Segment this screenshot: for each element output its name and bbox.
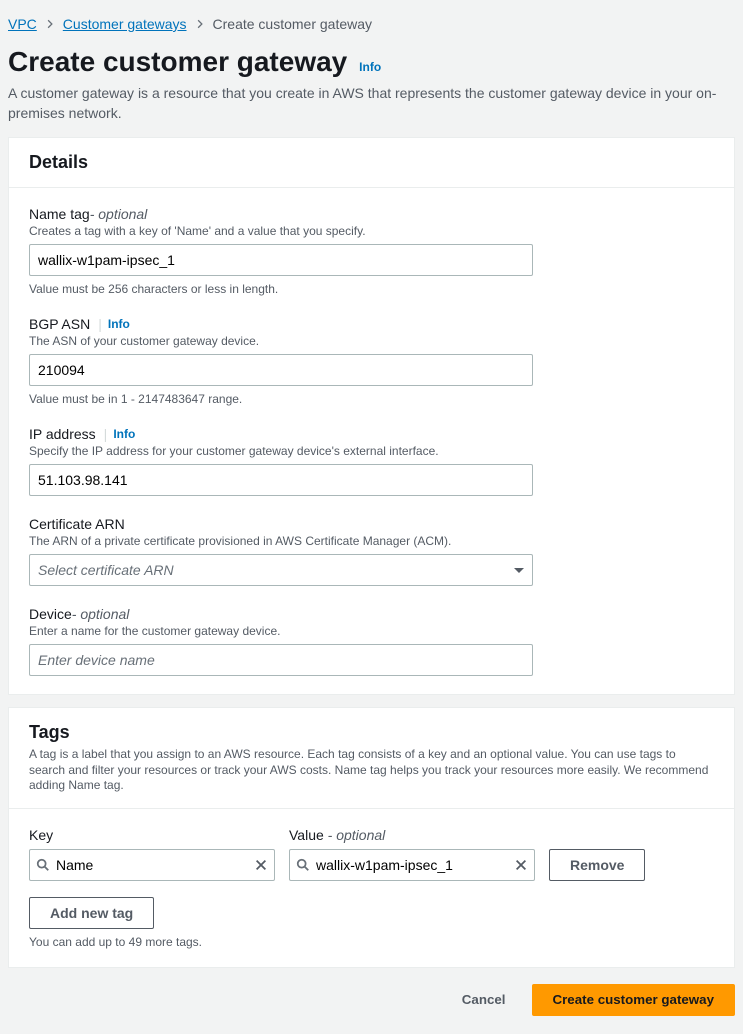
- search-icon: [36, 858, 50, 872]
- details-panel: Details Name tag - optional Creates a ta…: [8, 137, 735, 695]
- chevron-right-icon: [45, 19, 55, 29]
- separator: |: [98, 316, 102, 332]
- clear-icon[interactable]: [514, 858, 528, 872]
- ip-info-link[interactable]: Info: [113, 427, 135, 441]
- name-tag-input[interactable]: [29, 244, 533, 276]
- tags-panel: Tags A tag is a label that you assign to…: [8, 707, 735, 968]
- certificate-arn-desc: The ARN of a private certificate provisi…: [29, 534, 714, 548]
- device-desc: Enter a name for the customer gateway de…: [29, 624, 714, 638]
- tag-key-input[interactable]: [50, 857, 254, 873]
- breadcrumb-current: Create customer gateway: [213, 16, 373, 32]
- tags-limit: You can add up to 49 more tags.: [29, 935, 714, 949]
- certificate-arn-field: Certificate ARN The ARN of a private cer…: [29, 516, 714, 586]
- remove-tag-button[interactable]: Remove: [549, 849, 645, 881]
- separator: |: [104, 426, 108, 442]
- certificate-arn-label: Certificate ARN: [29, 516, 125, 532]
- name-tag-constraint: Value must be 256 characters or less in …: [29, 282, 714, 296]
- bgp-info-link[interactable]: Info: [108, 317, 130, 331]
- clear-icon[interactable]: [254, 858, 268, 872]
- breadcrumb-customer-gateways-link[interactable]: Customer gateways: [63, 16, 187, 32]
- details-heading: Details: [29, 152, 714, 173]
- create-customer-gateway-button[interactable]: Create customer gateway: [532, 984, 736, 1016]
- tags-header: Tags A tag is a label that you assign to…: [9, 708, 734, 809]
- bgp-asn-desc: The ASN of your customer gateway device.: [29, 334, 714, 348]
- name-tag-optional: - optional: [90, 206, 148, 222]
- device-optional: - optional: [72, 606, 130, 622]
- bgp-asn-input[interactable]: [29, 354, 533, 386]
- tags-desc: A tag is a label that you assign to an A…: [29, 747, 714, 794]
- device-label: Device: [29, 606, 72, 622]
- page-title: Create customer gateway: [8, 46, 347, 78]
- ip-address-input[interactable]: [29, 464, 533, 496]
- tag-value-label: Value: [289, 827, 324, 843]
- cancel-button[interactable]: Cancel: [446, 984, 522, 1016]
- tags-heading: Tags: [29, 722, 714, 743]
- bgp-asn-constraint: Value must be in 1 - 2147483647 range.: [29, 392, 714, 406]
- certificate-arn-select[interactable]: Select certificate ARN: [29, 554, 533, 586]
- ip-address-label: IP address: [29, 426, 96, 442]
- ip-address-desc: Specify the IP address for your customer…: [29, 444, 714, 458]
- tag-value-input[interactable]: [310, 857, 514, 873]
- details-header: Details: [9, 138, 734, 188]
- add-new-tag-button[interactable]: Add new tag: [29, 897, 154, 929]
- name-tag-label: Name tag: [29, 206, 90, 222]
- caret-down-icon: [514, 568, 524, 573]
- bgp-asn-label: BGP ASN: [29, 316, 90, 332]
- bgp-asn-field: BGP ASN | Info The ASN of your customer …: [29, 316, 714, 406]
- name-tag-desc: Creates a tag with a key of 'Name' and a…: [29, 224, 714, 238]
- tag-key-input-wrap[interactable]: [29, 849, 275, 881]
- footer-actions: Cancel Create customer gateway: [8, 984, 735, 1026]
- device-input[interactable]: [29, 644, 533, 676]
- ip-address-field: IP address | Info Specify the IP address…: [29, 426, 714, 496]
- device-field: Device - optional Enter a name for the c…: [29, 606, 714, 676]
- chevron-right-icon: [195, 19, 205, 29]
- tag-row: Key Value - optional: [29, 827, 714, 881]
- tag-value-input-wrap[interactable]: [289, 849, 535, 881]
- info-link[interactable]: Info: [359, 60, 381, 74]
- certificate-arn-placeholder: Select certificate ARN: [38, 562, 174, 578]
- search-icon: [296, 858, 310, 872]
- breadcrumb-vpc-link[interactable]: VPC: [8, 16, 37, 32]
- breadcrumb: VPC Customer gateways Create customer ga…: [8, 8, 735, 40]
- page-header: Create customer gateway Info A customer …: [8, 40, 735, 123]
- name-tag-field: Name tag - optional Creates a tag with a…: [29, 206, 714, 296]
- page-description: A customer gateway is a resource that yo…: [8, 84, 735, 123]
- tag-key-label: Key: [29, 827, 275, 843]
- tag-value-optional: - optional: [324, 827, 385, 843]
